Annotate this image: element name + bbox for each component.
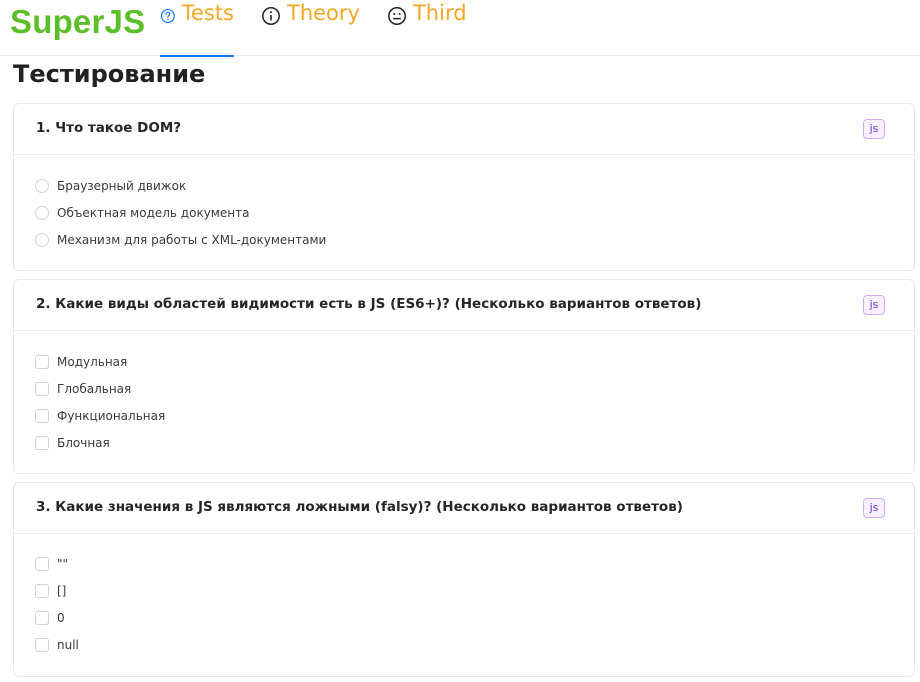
- info-circle-icon: [262, 7, 280, 25]
- tab-theory-label: Theory: [287, 1, 360, 25]
- tab-theory[interactable]: Theory: [261, 0, 360, 56]
- answer-options: "" [] 0 null: [14, 534, 914, 658]
- top-navigation-bar: SuperJS Tests Theory Third: [0, 0, 920, 57]
- tab-third-label: Third: [412, 1, 467, 25]
- answer-option-radio[interactable]: Объектная модель документа: [35, 199, 914, 226]
- logo[interactable]: SuperJS: [10, 3, 145, 41]
- answer-option-radio[interactable]: Браузерный движок: [35, 172, 914, 199]
- checkbox[interactable]: [35, 637, 49, 652]
- option-label: "": [57, 556, 69, 571]
- answer-option-checkbox[interactable]: Функциональная: [35, 402, 914, 429]
- answer-option-checkbox[interactable]: Блочная: [35, 429, 914, 456]
- question-card-2: 2. Какие виды областей видимости есть в …: [13, 279, 915, 474]
- question-card-3: 3. Какие значения в JS являются ложными …: [13, 482, 915, 677]
- question-header: 2. Какие виды областей видимости есть в …: [14, 280, 914, 331]
- tab-tests[interactable]: Tests: [160, 0, 234, 57]
- checkbox[interactable]: [35, 381, 49, 396]
- option-label: Механизм для работы с XML-документами: [57, 232, 327, 247]
- radio-button[interactable]: [35, 205, 49, 220]
- answer-option-checkbox[interactable]: "": [35, 550, 914, 577]
- tab-tests-label: Tests: [181, 1, 234, 25]
- answer-option-radio[interactable]: Механизм для работы с XML-документами: [35, 226, 914, 253]
- question-title: 1. Что такое DOM?: [36, 120, 182, 136]
- option-label: Глобальная: [57, 381, 132, 396]
- main-tabs: Tests Theory Third: [160, 0, 494, 57]
- checkbox[interactable]: [35, 583, 49, 598]
- option-label: Модульная: [57, 354, 128, 369]
- answer-option-checkbox[interactable]: []: [35, 577, 914, 604]
- question-circle-icon: [160, 8, 175, 24]
- option-label: Браузерный движок: [57, 178, 187, 193]
- question-title: 3. Какие значения в JS являются ложными …: [36, 499, 683, 515]
- radio-button[interactable]: [35, 178, 49, 193]
- meh-face-icon: [388, 7, 406, 25]
- answer-options: Браузерный движок Объектная модель докум…: [14, 155, 914, 253]
- option-label: Объектная модель документа: [57, 205, 250, 220]
- question-title: 2. Какие виды областей видимости есть в …: [36, 296, 702, 312]
- checkbox[interactable]: [35, 408, 49, 423]
- option-label: Функциональная: [57, 408, 166, 423]
- checkbox[interactable]: [35, 435, 49, 450]
- js-tag: js: [863, 498, 885, 518]
- checkbox[interactable]: [35, 354, 49, 369]
- answer-option-checkbox[interactable]: null: [35, 631, 914, 658]
- js-tag: js: [863, 295, 885, 315]
- option-label: []: [57, 583, 67, 598]
- checkbox[interactable]: [35, 556, 49, 571]
- tab-third[interactable]: Third: [387, 0, 467, 56]
- option-label: 0: [57, 610, 65, 625]
- radio-button[interactable]: [35, 232, 49, 247]
- question-card-1: 1. Что такое DOM? js Браузерный движок О…: [13, 103, 915, 271]
- answer-options: Модульная Глобальная Функциональная Блоч…: [14, 331, 914, 456]
- checkbox[interactable]: [35, 610, 49, 625]
- option-label: Блочная: [57, 435, 110, 450]
- question-header: 1. Что такое DOM? js: [14, 104, 914, 155]
- option-label: null: [57, 637, 79, 652]
- page-title: Тестирование: [13, 60, 206, 88]
- question-header: 3. Какие значения в JS являются ложными …: [14, 483, 914, 534]
- answer-option-checkbox[interactable]: Глобальная: [35, 375, 914, 402]
- answer-option-checkbox[interactable]: 0: [35, 604, 914, 631]
- answer-option-checkbox[interactable]: Модульная: [35, 348, 914, 375]
- js-tag: js: [863, 119, 885, 139]
